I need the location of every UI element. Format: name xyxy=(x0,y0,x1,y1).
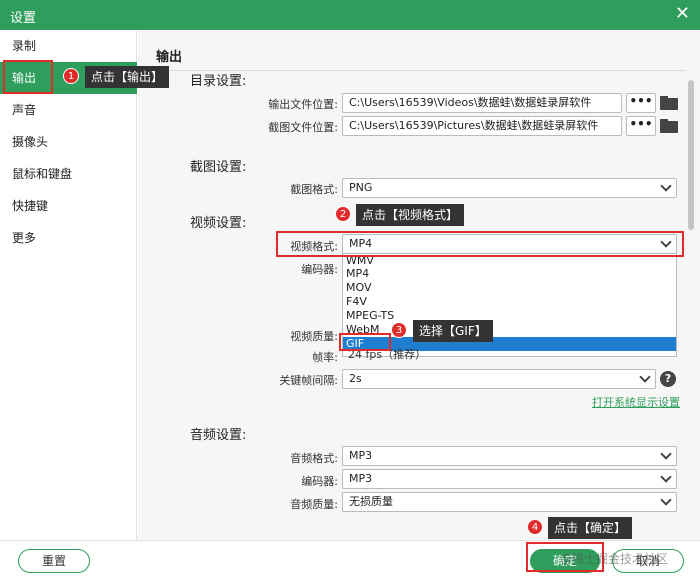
settings-panel: 输出 目录设置: 输出文件位置: C:\Users\16539\Videos\数… xyxy=(138,30,700,540)
output-path-label: 输出文件位置: xyxy=(268,98,338,111)
audio-heading: 音频设置: xyxy=(190,428,247,443)
sidebar-item-label: 鼠标和键盘 xyxy=(12,167,73,181)
video-format-dropdown[interactable]: WMV MP4 MOV F4V MPEG-TS WebM GIF xyxy=(342,253,677,357)
output-browse-button[interactable]: ••• xyxy=(626,93,656,113)
folder-icon[interactable] xyxy=(660,119,678,133)
sidebar-item-label: 快捷键 xyxy=(12,199,49,213)
chevron-down-icon xyxy=(660,448,672,460)
highlight-box-output xyxy=(3,60,53,94)
audio-quality-label: 音频质量: xyxy=(290,498,338,511)
audio-format-value: MP3 xyxy=(349,449,373,462)
sidebar-item-camera[interactable]: 摄像头 xyxy=(0,126,137,158)
audio-encoder-value: MP3 xyxy=(349,472,373,485)
screenshot-format-value: PNG xyxy=(349,181,373,194)
step-tip-1: 点击【输出】 xyxy=(85,66,170,88)
watermark: @稀土掘金技术社区 xyxy=(560,552,669,566)
screenshot-format-label: 截图格式: xyxy=(290,183,338,196)
sidebar-item-record[interactable]: 录制 xyxy=(0,30,137,62)
reset-button[interactable]: 重置 xyxy=(18,549,90,573)
help-icon[interactable]: ? xyxy=(660,371,676,387)
sidebar-item-mouse-keyboard[interactable]: 鼠标和键盘 xyxy=(0,158,137,190)
output-path-field[interactable]: C:\Users\16539\Videos\数据蛙\数据蛙录屏软件 xyxy=(342,93,622,113)
sidebar-item-shortcuts[interactable]: 快捷键 xyxy=(0,190,137,222)
chevron-down-icon xyxy=(660,471,672,483)
display-settings-link[interactable]: 打开系统显示设置 xyxy=(592,394,680,410)
step-tip-4: 点击【确定】 xyxy=(548,517,633,539)
settings-sidebar: 录制 输出 声音 摄像头 鼠标和键盘 快捷键 更多 xyxy=(0,30,137,540)
sidebar-item-label: 摄像头 xyxy=(12,135,49,149)
window-title: 设置 xyxy=(10,11,37,26)
list-item[interactable]: MP4 xyxy=(343,267,676,280)
chevron-down-icon xyxy=(660,180,672,192)
screenshot-format-select[interactable]: PNG xyxy=(342,178,677,198)
sidebar-item-more[interactable]: 更多 xyxy=(0,222,137,254)
screenshot-browse-button[interactable]: ••• xyxy=(626,116,656,136)
screenshot-path-label: 截图文件位置: xyxy=(268,121,338,134)
video-heading: 视频设置: xyxy=(190,216,247,231)
step-badge-3: 3 xyxy=(391,322,407,338)
fps-label: 帧率: xyxy=(312,351,338,364)
list-item[interactable]: MPEG-TS xyxy=(343,309,676,322)
sidebar-item-label: 录制 xyxy=(12,39,37,53)
screenshot-heading: 截图设置: xyxy=(190,160,247,175)
audio-format-label: 音频格式: xyxy=(290,452,338,465)
directory-heading: 目录设置: xyxy=(190,74,247,89)
highlight-box-video-format xyxy=(276,231,684,257)
audio-quality-value: 无损质量 xyxy=(349,495,393,508)
step-badge-2: 2 xyxy=(335,206,351,222)
section-title: 输出 xyxy=(156,50,183,65)
highlight-box-gif xyxy=(339,333,391,351)
scrollbar-thumb[interactable] xyxy=(688,80,694,230)
keyframe-label: 关键帧间隔: xyxy=(279,374,338,387)
audio-format-select[interactable]: MP3 xyxy=(342,446,677,466)
chevron-down-icon xyxy=(660,494,672,506)
video-quality-label: 视频质量: xyxy=(290,330,338,343)
audio-quality-select[interactable]: 无损质量 xyxy=(342,492,677,512)
screenshot-path-field[interactable]: C:\Users\16539\Pictures\数据蛙\数据蛙录屏软件 xyxy=(342,116,622,136)
list-item[interactable]: F4V xyxy=(343,295,676,308)
chevron-down-icon xyxy=(639,371,651,383)
keyframe-value: 2s xyxy=(349,372,362,385)
step-tip-3: 选择【GIF】 xyxy=(413,320,493,342)
audio-encoder-label: 编码器: xyxy=(301,475,338,488)
sidebar-item-label: 声音 xyxy=(12,103,37,117)
step-badge-1: 1 xyxy=(63,68,79,84)
audio-encoder-select[interactable]: MP3 xyxy=(342,469,677,489)
step-badge-4: 4 xyxy=(527,519,543,535)
step-tip-2: 点击【视频格式】 xyxy=(356,204,465,226)
encoder-label: 编码器: xyxy=(301,263,338,276)
sidebar-item-label: 更多 xyxy=(12,231,37,245)
list-item[interactable]: MOV xyxy=(343,281,676,294)
keyframe-select[interactable]: 2s xyxy=(342,369,656,389)
folder-icon[interactable] xyxy=(660,96,678,110)
title-bar: 设置 ✕ xyxy=(0,0,700,30)
sidebar-item-sound[interactable]: 声音 xyxy=(0,94,137,126)
close-icon[interactable]: ✕ xyxy=(675,3,690,25)
